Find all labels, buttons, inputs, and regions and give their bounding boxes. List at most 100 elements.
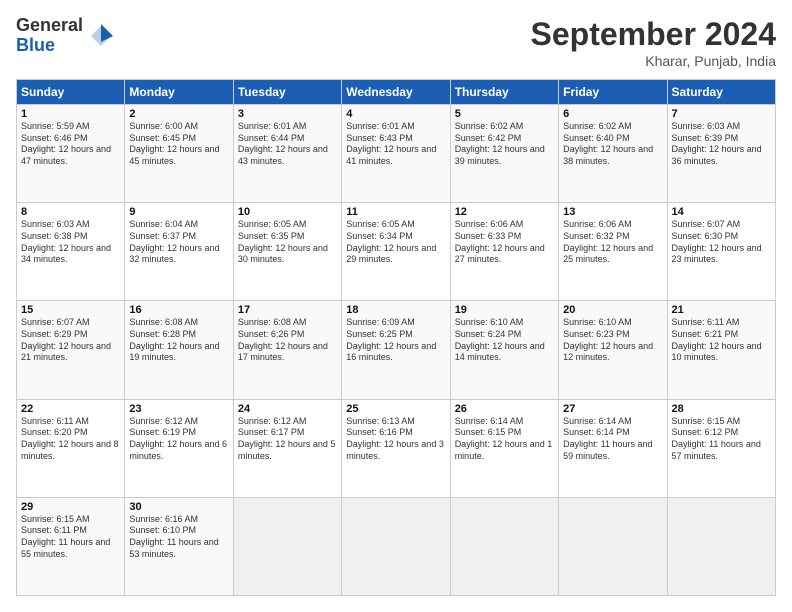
- table-row: 15Sunrise: 6:07 AMSunset: 6:29 PMDayligh…: [17, 301, 125, 399]
- day-number: 11: [346, 206, 445, 218]
- title-block: September 2024 Kharar, Punjab, India: [531, 16, 776, 69]
- day-number: 30: [129, 501, 228, 513]
- calendar-header-row: Sunday Monday Tuesday Wednesday Thursday…: [17, 80, 776, 105]
- day-number: 26: [455, 403, 554, 415]
- table-row: 16Sunrise: 6:08 AMSunset: 6:28 PMDayligh…: [125, 301, 233, 399]
- day-info: Sunrise: 6:16 AMSunset: 6:10 PMDaylight:…: [129, 514, 228, 561]
- day-info: Sunrise: 6:13 AMSunset: 6:16 PMDaylight:…: [346, 416, 445, 463]
- table-row: 29Sunrise: 6:15 AMSunset: 6:11 PMDayligh…: [17, 497, 125, 595]
- day-info: Sunrise: 6:08 AMSunset: 6:26 PMDaylight:…: [238, 317, 337, 364]
- day-info: Sunrise: 6:11 AMSunset: 6:20 PMDaylight:…: [21, 416, 120, 463]
- day-info: Sunrise: 6:01 AMSunset: 6:44 PMDaylight:…: [238, 121, 337, 168]
- day-number: 21: [672, 304, 771, 316]
- day-info: Sunrise: 5:59 AMSunset: 6:46 PMDaylight:…: [21, 121, 120, 168]
- table-row: 11Sunrise: 6:05 AMSunset: 6:34 PMDayligh…: [342, 203, 450, 301]
- day-info: Sunrise: 6:06 AMSunset: 6:32 PMDaylight:…: [563, 219, 662, 266]
- day-number: 3: [238, 108, 337, 120]
- table-row: 30Sunrise: 6:16 AMSunset: 6:10 PMDayligh…: [125, 497, 233, 595]
- table-row: 21Sunrise: 6:11 AMSunset: 6:21 PMDayligh…: [667, 301, 775, 399]
- day-info: Sunrise: 6:15 AMSunset: 6:11 PMDaylight:…: [21, 514, 120, 561]
- logo-general: General: [16, 16, 83, 36]
- page: General Blue September 2024 Kharar, Punj…: [0, 0, 792, 612]
- day-number: 7: [672, 108, 771, 120]
- table-row: [667, 497, 775, 595]
- table-row: 19Sunrise: 6:10 AMSunset: 6:24 PMDayligh…: [450, 301, 558, 399]
- table-row: 14Sunrise: 6:07 AMSunset: 6:30 PMDayligh…: [667, 203, 775, 301]
- day-number: 25: [346, 403, 445, 415]
- day-info: Sunrise: 6:03 AMSunset: 6:39 PMDaylight:…: [672, 121, 771, 168]
- table-row: [342, 497, 450, 595]
- day-number: 20: [563, 304, 662, 316]
- day-number: 28: [672, 403, 771, 415]
- day-info: Sunrise: 6:07 AMSunset: 6:29 PMDaylight:…: [21, 317, 120, 364]
- day-info: Sunrise: 6:08 AMSunset: 6:28 PMDaylight:…: [129, 317, 228, 364]
- calendar-row: 22Sunrise: 6:11 AMSunset: 6:20 PMDayligh…: [17, 399, 776, 497]
- day-number: 27: [563, 403, 662, 415]
- col-monday: Monday: [125, 80, 233, 105]
- col-saturday: Saturday: [667, 80, 775, 105]
- day-number: 8: [21, 206, 120, 218]
- day-number: 1: [21, 108, 120, 120]
- table-row: 23Sunrise: 6:12 AMSunset: 6:19 PMDayligh…: [125, 399, 233, 497]
- calendar-row: 1Sunrise: 5:59 AMSunset: 6:46 PMDaylight…: [17, 105, 776, 203]
- table-row: 18Sunrise: 6:09 AMSunset: 6:25 PMDayligh…: [342, 301, 450, 399]
- day-number: 19: [455, 304, 554, 316]
- logo-blue: Blue: [16, 36, 83, 56]
- calendar-row: 15Sunrise: 6:07 AMSunset: 6:29 PMDayligh…: [17, 301, 776, 399]
- day-info: Sunrise: 6:05 AMSunset: 6:34 PMDaylight:…: [346, 219, 445, 266]
- day-number: 12: [455, 206, 554, 218]
- day-number: 5: [455, 108, 554, 120]
- col-thursday: Thursday: [450, 80, 558, 105]
- day-number: 17: [238, 304, 337, 316]
- day-info: Sunrise: 6:10 AMSunset: 6:24 PMDaylight:…: [455, 317, 554, 364]
- col-sunday: Sunday: [17, 80, 125, 105]
- table-row: [233, 497, 341, 595]
- col-wednesday: Wednesday: [342, 80, 450, 105]
- logo-icon: [87, 22, 115, 50]
- day-number: 23: [129, 403, 228, 415]
- table-row: 28Sunrise: 6:15 AMSunset: 6:12 PMDayligh…: [667, 399, 775, 497]
- calendar-row: 8Sunrise: 6:03 AMSunset: 6:38 PMDaylight…: [17, 203, 776, 301]
- calendar-row: 29Sunrise: 6:15 AMSunset: 6:11 PMDayligh…: [17, 497, 776, 595]
- table-row: 24Sunrise: 6:12 AMSunset: 6:17 PMDayligh…: [233, 399, 341, 497]
- table-row: 8Sunrise: 6:03 AMSunset: 6:38 PMDaylight…: [17, 203, 125, 301]
- table-row: 27Sunrise: 6:14 AMSunset: 6:14 PMDayligh…: [559, 399, 667, 497]
- day-number: 10: [238, 206, 337, 218]
- table-row: 12Sunrise: 6:06 AMSunset: 6:33 PMDayligh…: [450, 203, 558, 301]
- day-number: 14: [672, 206, 771, 218]
- table-row: 13Sunrise: 6:06 AMSunset: 6:32 PMDayligh…: [559, 203, 667, 301]
- table-row: 17Sunrise: 6:08 AMSunset: 6:26 PMDayligh…: [233, 301, 341, 399]
- day-number: 2: [129, 108, 228, 120]
- table-row: 2Sunrise: 6:00 AMSunset: 6:45 PMDaylight…: [125, 105, 233, 203]
- header: General Blue September 2024 Kharar, Punj…: [16, 16, 776, 69]
- table-row: 7Sunrise: 6:03 AMSunset: 6:39 PMDaylight…: [667, 105, 775, 203]
- table-row: 20Sunrise: 6:10 AMSunset: 6:23 PMDayligh…: [559, 301, 667, 399]
- day-info: Sunrise: 6:02 AMSunset: 6:40 PMDaylight:…: [563, 121, 662, 168]
- day-info: Sunrise: 6:10 AMSunset: 6:23 PMDaylight:…: [563, 317, 662, 364]
- day-number: 4: [346, 108, 445, 120]
- table-row: 10Sunrise: 6:05 AMSunset: 6:35 PMDayligh…: [233, 203, 341, 301]
- day-number: 18: [346, 304, 445, 316]
- table-row: 25Sunrise: 6:13 AMSunset: 6:16 PMDayligh…: [342, 399, 450, 497]
- location: Kharar, Punjab, India: [531, 53, 776, 69]
- day-number: 9: [129, 206, 228, 218]
- table-row: 3Sunrise: 6:01 AMSunset: 6:44 PMDaylight…: [233, 105, 341, 203]
- day-info: Sunrise: 6:12 AMSunset: 6:17 PMDaylight:…: [238, 416, 337, 463]
- day-info: Sunrise: 6:01 AMSunset: 6:43 PMDaylight:…: [346, 121, 445, 168]
- logo-text: General Blue: [16, 16, 83, 56]
- table-row: 22Sunrise: 6:11 AMSunset: 6:20 PMDayligh…: [17, 399, 125, 497]
- calendar-table: Sunday Monday Tuesday Wednesday Thursday…: [16, 79, 776, 596]
- day-info: Sunrise: 6:09 AMSunset: 6:25 PMDaylight:…: [346, 317, 445, 364]
- day-number: 13: [563, 206, 662, 218]
- day-number: 24: [238, 403, 337, 415]
- table-row: 1Sunrise: 5:59 AMSunset: 6:46 PMDaylight…: [17, 105, 125, 203]
- day-info: Sunrise: 6:05 AMSunset: 6:35 PMDaylight:…: [238, 219, 337, 266]
- day-info: Sunrise: 6:03 AMSunset: 6:38 PMDaylight:…: [21, 219, 120, 266]
- day-number: 16: [129, 304, 228, 316]
- day-info: Sunrise: 6:06 AMSunset: 6:33 PMDaylight:…: [455, 219, 554, 266]
- table-row: 6Sunrise: 6:02 AMSunset: 6:40 PMDaylight…: [559, 105, 667, 203]
- col-tuesday: Tuesday: [233, 80, 341, 105]
- day-info: Sunrise: 6:07 AMSunset: 6:30 PMDaylight:…: [672, 219, 771, 266]
- day-number: 22: [21, 403, 120, 415]
- day-info: Sunrise: 6:11 AMSunset: 6:21 PMDaylight:…: [672, 317, 771, 364]
